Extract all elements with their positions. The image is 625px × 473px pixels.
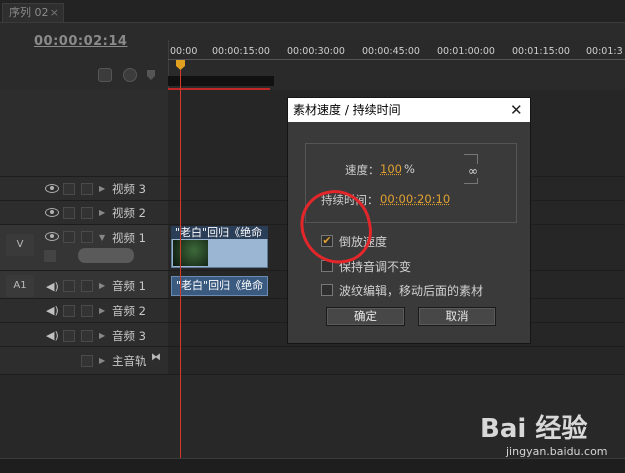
lock-toggle[interactable] — [81, 330, 93, 342]
ruler-tick: 00:00 — [170, 46, 198, 57]
display-style-icon[interactable] — [44, 250, 56, 262]
track-master[interactable] — [168, 347, 625, 375]
lock-toggle[interactable] — [81, 280, 93, 292]
speaker-icon[interactable]: ◀) — [46, 329, 59, 342]
chain-link-icon[interactable]: ∞ — [468, 164, 478, 178]
watermark-url: jingyan.baidu.com — [506, 445, 608, 458]
ruler-tick: 00:01:00:00 — [437, 46, 495, 57]
ok-button[interactable]: 确定 — [326, 307, 405, 326]
ruler-baseline — [168, 59, 625, 60]
expand-arrow-icon[interactable]: ▶ — [99, 306, 105, 315]
collapse-arrow-icon[interactable]: ▼ — [99, 233, 105, 242]
bowtie-icon[interactable]: ⧓ — [151, 352, 161, 363]
ruler-tick: 00:01:15:00 — [512, 46, 570, 57]
cancel-button[interactable]: 取消 — [418, 307, 496, 326]
ruler-tick: 00:01:3 — [586, 46, 623, 57]
eye-icon[interactable] — [45, 184, 59, 193]
expand-arrow-icon[interactable]: ▶ — [99, 356, 105, 365]
speed-value[interactable]: 100 — [380, 162, 402, 176]
source-patch-a[interactable]: A1 — [6, 275, 34, 297]
horizontal-scrollbar[interactable] — [0, 458, 625, 473]
video-clip-title: "老白"回归《绝命 — [171, 226, 268, 239]
track-name: 视频 1 — [112, 231, 146, 245]
work-area-bar[interactable] — [168, 76, 274, 86]
ripple-edit-label: 波纹编辑，移动后面的素材 — [339, 284, 484, 298]
close-icon[interactable]: × — [50, 4, 59, 22]
ruler-tick: 00:00:45:00 — [362, 46, 420, 57]
mute-toggle[interactable] — [63, 305, 75, 317]
track-name: 音频 1 — [112, 279, 146, 293]
expand-arrow-icon[interactable]: ▶ — [99, 184, 105, 193]
film-icon[interactable] — [63, 183, 75, 195]
ruler-tick: 00:00:30:00 — [287, 46, 345, 57]
lock-toggle[interactable] — [81, 231, 93, 243]
mute-toggle[interactable] — [63, 280, 75, 292]
close-icon[interactable]: ✕ — [510, 101, 523, 119]
clip-thumbnail — [173, 240, 208, 266]
ruler-tick: 00:00:15:00 — [212, 46, 270, 57]
lock-toggle[interactable] — [81, 305, 93, 317]
audio-clip[interactable]: "老白"回归《绝命 — [171, 276, 268, 296]
speed-unit: % — [404, 162, 415, 176]
eye-icon[interactable] — [45, 232, 59, 241]
source-patch-v[interactable]: V — [6, 234, 34, 256]
lock-toggle[interactable] — [81, 207, 93, 219]
keyframe-navigator[interactable] — [78, 248, 134, 263]
baidu-jingyan-logo: Bai 经验 — [480, 414, 588, 444]
marker-icon[interactable] — [147, 70, 155, 80]
expand-arrow-icon[interactable]: ▶ — [99, 331, 105, 340]
lock-toggle[interactable] — [81, 355, 93, 367]
film-icon[interactable] — [63, 231, 75, 243]
snap-icon[interactable] — [98, 68, 112, 82]
track-name: 音频 2 — [112, 304, 146, 318]
dialog-title: 素材速度 / 持续时间 — [288, 98, 530, 122]
speed-label: 速度： — [345, 163, 380, 177]
film-icon[interactable] — [63, 207, 75, 219]
eye-icon[interactable] — [45, 208, 59, 217]
mute-toggle[interactable] — [63, 330, 75, 342]
current-timecode[interactable]: 00:00:02:14 — [34, 34, 127, 49]
lock-toggle[interactable] — [81, 183, 93, 195]
speaker-icon[interactable]: ◀) — [46, 280, 59, 293]
expand-arrow-icon[interactable]: ▶ — [99, 208, 105, 217]
link-icon[interactable] — [123, 68, 137, 82]
playhead-line[interactable] — [180, 70, 181, 460]
speaker-icon[interactable]: ◀) — [46, 304, 59, 317]
sequence-tab-label: 序列 02 — [9, 6, 49, 19]
ripple-edit-checkbox[interactable] — [321, 284, 333, 296]
duration-value[interactable]: 00:00:20:10 — [380, 192, 450, 206]
track-header-spacer — [0, 90, 168, 177]
expand-arrow-icon[interactable]: ▶ — [99, 281, 105, 290]
track-name: 主音轨 — [112, 354, 147, 368]
tab-bar — [0, 0, 625, 23]
track-name: 音频 3 — [112, 329, 146, 343]
sequence-tab[interactable]: 序列 02 × — [2, 3, 64, 22]
track-name: 视频 3 — [112, 182, 146, 196]
track-name: 视频 2 — [112, 206, 146, 220]
